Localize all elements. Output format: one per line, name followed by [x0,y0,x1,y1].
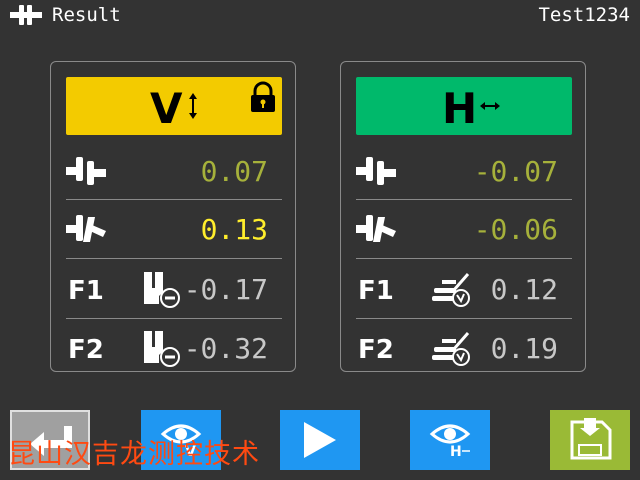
foot-1-value: 0.12 [490,273,558,306]
foot-2-value: 0.19 [490,332,558,365]
horizontal-result-panel: H -0.07 -0.06 F1 0.12 F2 0.19 [340,61,586,372]
vertical-result-panel: V 0.07 0.13 F1 -0.17 F2 -0.32 [50,61,296,372]
shim-remove-icon [144,331,180,367]
foot-adjust-icon [432,332,470,366]
save-icon [570,418,612,460]
parallel-value: 0.07 [200,155,268,188]
foot-adjust-icon [432,273,470,307]
svg-text:F2: F2 [68,335,104,364]
horizontal-arrow-icon [480,102,500,110]
svg-text:F2: F2 [358,335,394,364]
vertical-heading: V [150,84,183,133]
foot-1-label: F1 [68,276,104,305]
coupling-angular-icon [66,215,106,242]
divider [66,258,282,259]
horizontal-header[interactable]: H [356,77,572,135]
parallel-value: -0.07 [473,155,558,188]
view-horizontal-button[interactable]: H [410,410,490,470]
coupling-parallel-icon [66,157,106,185]
foot-1-label: F1 [358,276,394,305]
divider [356,258,572,259]
svg-text:F1: F1 [358,276,394,305]
vertical-header[interactable]: V [66,77,282,135]
row-foot-1: F1 0.12 [356,260,572,318]
foot-2-label: F2 [358,335,394,364]
lock-icon [251,81,275,112]
svg-text:H: H [450,444,462,460]
row-foot-1: F1 -0.17 [66,260,282,318]
angular-value: -0.06 [473,213,558,246]
row-angular: 0.13 [66,200,282,258]
shim-remove-icon [144,272,180,308]
foot-2-value: -0.32 [183,332,268,365]
row-foot-2: F2 0.19 [356,319,572,377]
eye-h-icon: H [429,424,471,460]
play-icon [304,422,336,458]
play-button[interactable] [280,410,360,470]
svg-text:F1: F1 [68,276,104,305]
angular-value: 0.13 [200,213,268,246]
coupling-angular-icon [356,215,396,242]
coupling-parallel-icon [356,157,396,185]
vertical-arrow-icon [189,93,197,119]
user-name: Test1234 [538,4,630,26]
foot-2-label: F2 [68,335,104,364]
row-foot-2: F2 -0.32 [66,319,282,377]
horizontal-heading: H [442,84,477,133]
watermark-text: 昆山汉吉龙测控技术 [8,439,260,470]
page-title: Result [52,4,121,26]
row-parallel: 0.07 [66,142,282,200]
top-bar: Result Test1234 [0,0,640,30]
save-button[interactable] [550,410,630,470]
row-angular: -0.06 [356,200,572,258]
measure-jaws-icon [10,5,42,25]
row-parallel: -0.07 [356,142,572,200]
foot-1-value: -0.17 [183,273,268,306]
